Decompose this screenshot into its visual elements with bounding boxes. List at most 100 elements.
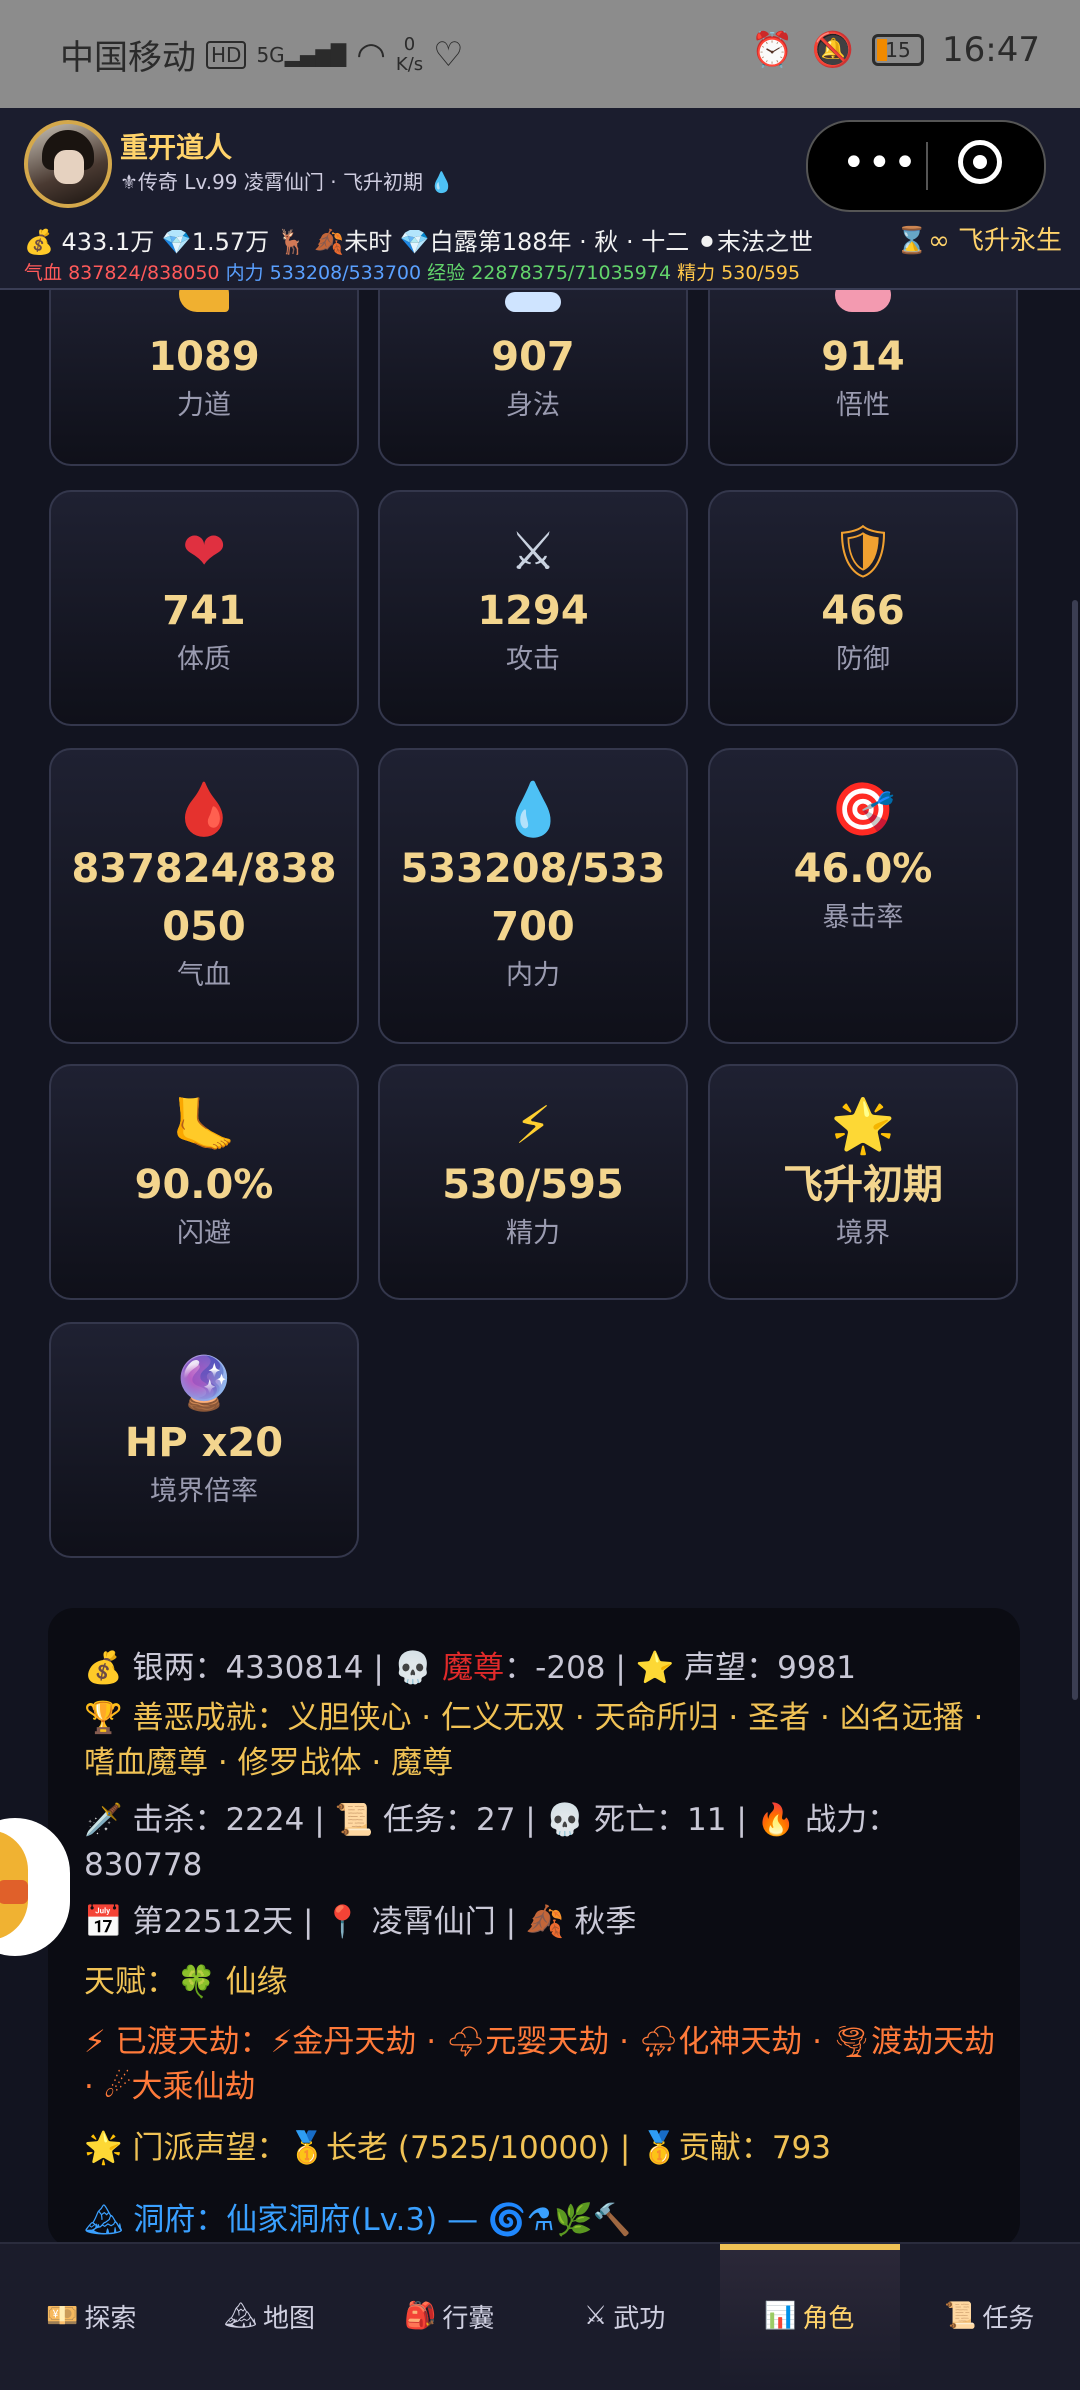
blood-drop-icon: 🩸 bbox=[171, 780, 237, 840]
stat-card-energy: ⚡ 530/595 精力 bbox=[378, 1064, 688, 1300]
nav-label: 角色 bbox=[802, 2303, 855, 2334]
nav-explore[interactable]: 💴 探索 bbox=[46, 2286, 136, 2346]
carrier-label: 中国移动 bbox=[60, 38, 196, 78]
tribulation-row: ⚡ 已渡天劫：⚡金丹天劫 · 🌩元婴天劫 · ⛈化神天劫 · 🌪渡劫天劫 · ☄… bbox=[84, 2020, 1004, 2110]
net-speed-value: 0 bbox=[403, 33, 416, 55]
ascend-badge: ⌛∞ 飞升永生 bbox=[895, 226, 1062, 256]
stat-card-hp: 🩸 837824/838050 气血 bbox=[49, 748, 359, 1044]
stat-card-constitution: ❤ 741 体质 bbox=[49, 490, 359, 726]
stat-value: 1089 bbox=[148, 334, 260, 380]
nav-quests[interactable]: 📜 任务 bbox=[944, 2286, 1034, 2346]
energy-label: 精力 bbox=[677, 262, 716, 284]
sect-label: 🌟 门派声望： bbox=[84, 2130, 288, 2166]
nav-martial[interactable]: ⚔ 武功 bbox=[584, 2286, 665, 2346]
achievements-label: 🏆 善恶成就： bbox=[84, 1700, 288, 1736]
stat-label: 身法 bbox=[506, 390, 560, 421]
stat-value: 466 bbox=[821, 588, 905, 634]
exp-value: 22878375/71035974 bbox=[471, 262, 672, 284]
clock: 16:47 bbox=[942, 30, 1040, 70]
nav-label: 任务 bbox=[982, 2303, 1035, 2334]
stat-value: 907 bbox=[491, 334, 575, 380]
crystal-ball-icon: 🔮 bbox=[171, 1354, 237, 1414]
stat-label: 内力 bbox=[506, 960, 560, 991]
character-subtitle: ⚜传奇 Lv.99 凌霄仙门 · 飞升初期 💧 bbox=[120, 170, 455, 194]
energy-value: 530/595 bbox=[721, 262, 801, 284]
quests: 📜 任务：27 bbox=[334, 1802, 516, 1838]
separator: | bbox=[736, 1802, 747, 1838]
stat-card-strength: 1089 力道 bbox=[49, 290, 359, 466]
day-count: 📅 第22512天 bbox=[84, 1904, 294, 1940]
hp-label: 气血 bbox=[24, 262, 63, 284]
mp-label: 内力 bbox=[225, 262, 264, 284]
heart-icon: ❤ bbox=[182, 522, 226, 582]
kills: 🗡️ 击杀：2224 bbox=[84, 1802, 305, 1838]
season: 🍂 秋季 bbox=[525, 1904, 637, 1940]
martial-icon: ⚔ bbox=[584, 2301, 608, 2331]
stat-label: 攻击 bbox=[506, 644, 560, 675]
stat-value: 90.0% bbox=[134, 1162, 274, 1208]
stat-label: 防御 bbox=[836, 644, 890, 675]
foot-icon: 🦶 bbox=[171, 1096, 237, 1156]
character-info-panel: 💰 银两：4330814 | 💀 魔尊：-208 | ⭐ 声望：9981 🏆 善… bbox=[48, 1608, 1020, 2248]
shield-icon: 🛡 bbox=[829, 522, 896, 582]
stat-card-realm-multiplier: 🔮 HP x20 境界倍率 bbox=[49, 1322, 359, 1558]
miniprogram-capsule: ••• bbox=[806, 120, 1046, 212]
exp-label: 经验 bbox=[427, 262, 466, 284]
stat-value: HP x20 bbox=[124, 1420, 284, 1466]
mute-icon: 🔕 bbox=[811, 30, 855, 70]
stat-label: 气血 bbox=[177, 960, 231, 991]
talent-value: 🍀 仙缘 bbox=[177, 1964, 288, 2000]
status-left: 中国移动 HD 5G▂▄▆█ ◠ 0 K/s ♡ bbox=[60, 30, 464, 79]
stat-card-dodge: 🦶 90.0% 闪避 bbox=[49, 1064, 359, 1300]
nav-bag[interactable]: 🎒 行囊 bbox=[404, 2286, 494, 2346]
wealth-row: 💰 银两：4330814 | 💀 魔尊：-208 | ⭐ 声望：9981 bbox=[84, 1646, 1004, 1691]
stat-value: 533208/533700 bbox=[400, 846, 666, 950]
mp-value: 533208/533700 bbox=[269, 262, 422, 284]
nav-map[interactable]: 🏔 地图 bbox=[224, 2286, 315, 2346]
nav-character[interactable]: 📊 角色 bbox=[764, 2286, 854, 2346]
stat-value: 741 bbox=[162, 588, 246, 634]
time-location-row: 📅 第22512天 | 📍 凌霄仙门 | 🍂 秋季 bbox=[84, 1900, 1004, 1945]
alarm-icon: ⏰ bbox=[751, 30, 794, 70]
nav-label: 武功 bbox=[613, 2303, 666, 2334]
bottom-nav: 💴 探索 🏔 地图 🎒 行囊 ⚔ 武功 📊 角色 📜 任务 bbox=[0, 2242, 1080, 2390]
cave-name[interactable]: 仙家洞府(Lv.3) bbox=[226, 2202, 437, 2238]
map-icon: 🏔 bbox=[224, 2301, 258, 2331]
muscle-icon bbox=[179, 290, 229, 312]
close-miniprogram-icon[interactable] bbox=[958, 140, 1002, 184]
battery-icon: 15 bbox=[872, 34, 925, 66]
status-bar: 中国移动 HD 5G▂▄▆█ ◠ 0 K/s ♡ ⏰ 🔕 15 16:47 bbox=[0, 0, 1080, 108]
separator: | bbox=[619, 2130, 631, 2166]
vitals-line: 气血 837824/838050 内力 533208/533700 经验 228… bbox=[24, 258, 800, 285]
status-right: ⏰ 🔕 15 16:47 bbox=[751, 30, 1040, 70]
stat-card-crit: 🎯 46.0% 暴击率 bbox=[708, 748, 1018, 1044]
cave-row[interactable]: 🏔 洞府：仙家洞府(Lv.3) — 🌀⚗🌿🔨 bbox=[84, 2198, 1004, 2243]
stat-value: 530/595 bbox=[442, 1162, 624, 1208]
separator: | bbox=[525, 1802, 536, 1838]
deaths: 💀 死亡：11 bbox=[545, 1802, 727, 1838]
avatar[interactable] bbox=[24, 120, 112, 208]
resource-line: 💰 433.1万 💎1.57万 🦌 🍂未时 💎白露第188年 · 秋 · 十二 … bbox=[24, 228, 814, 256]
more-menu-icon[interactable]: ••• bbox=[842, 140, 919, 186]
character-name: 重开道人 bbox=[120, 131, 233, 164]
talent-row: 天赋：🍀 仙缘 bbox=[84, 1960, 1004, 2005]
target-icon: 🎯 bbox=[830, 780, 896, 840]
stat-value: 飞升初期 bbox=[783, 1162, 943, 1208]
achievements-row: 🏆 善恶成就：义胆侠心 · 仁义无双 · 天命所归 · 圣者 · 凶名远播 · … bbox=[84, 1696, 1004, 1786]
explore-icon: 💴 bbox=[46, 2301, 79, 2331]
nav-label: 地图 bbox=[263, 2303, 316, 2334]
net-speed-unit: K/s bbox=[395, 53, 424, 75]
scrollbar[interactable] bbox=[1072, 600, 1078, 1700]
stat-card-insight: 914 悟性 bbox=[708, 290, 1018, 466]
separator: | bbox=[302, 1904, 314, 1940]
stat-card-attack: ⚔ 1294 攻击 bbox=[378, 490, 688, 726]
signal-icon: 5G▂▄▆█ bbox=[256, 42, 347, 67]
separator: | bbox=[615, 1650, 626, 1686]
character-header: 重开道人 ⚜传奇 Lv.99 凌霄仙门 · 飞升初期 💧 ••• 💰 433.1… bbox=[0, 108, 1080, 290]
stat-card-agility: 907 身法 bbox=[378, 290, 688, 466]
stat-label: 境界 bbox=[836, 1218, 890, 1249]
stat-value: 46.0% bbox=[793, 846, 933, 892]
stat-label: 力道 bbox=[177, 390, 231, 421]
stat-label: 精力 bbox=[506, 1218, 560, 1249]
location: 📍 凌霄仙门 bbox=[323, 1904, 496, 1940]
